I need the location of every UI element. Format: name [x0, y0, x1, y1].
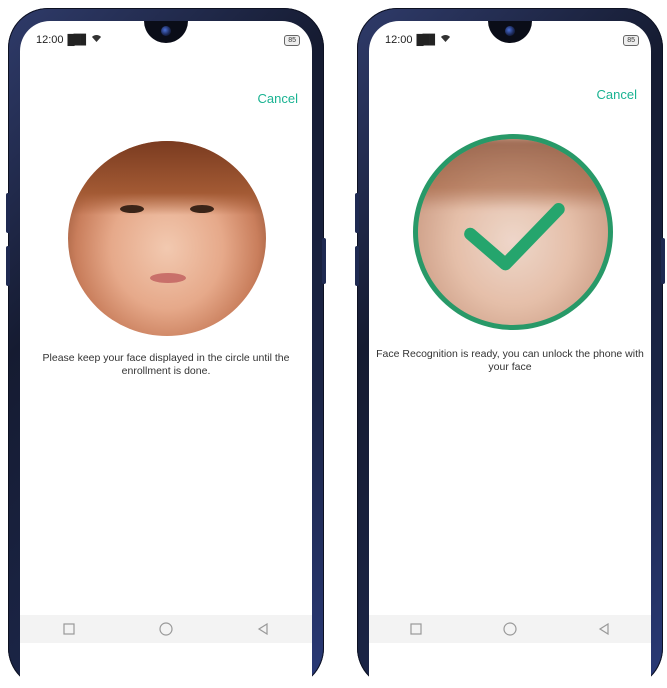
navigation-bar — [20, 615, 312, 643]
volume-button — [355, 246, 359, 286]
signal-icon: █▉▊ — [416, 34, 437, 46]
status-bar: 12:00 █▉▊ 85 — [385, 32, 639, 48]
volume-button — [6, 246, 10, 286]
cancel-button[interactable]: Cancel — [258, 91, 298, 106]
ready-message: Face Recognition is ready, you can unloc… — [376, 348, 644, 373]
circle-icon — [503, 622, 517, 636]
navigation-bar — [369, 615, 651, 643]
wifi-icon — [91, 34, 102, 46]
face-preview-blurred — [413, 134, 613, 330]
triangle-back-icon — [598, 623, 609, 635]
volume-button — [6, 193, 10, 233]
status-time: 12:00 — [36, 34, 64, 46]
hair-shape — [68, 141, 266, 216]
recents-button[interactable] — [401, 619, 431, 639]
cancel-button[interactable]: Cancel — [597, 87, 637, 102]
face-preview — [68, 141, 266, 336]
wifi-icon — [440, 34, 451, 46]
signal-icon: █▉▊ — [67, 34, 88, 46]
square-icon — [410, 623, 422, 635]
circle-icon — [159, 622, 173, 636]
battery-icon: 85 — [284, 34, 300, 46]
enrollment-message: Please keep your face displayed in the c… — [42, 352, 290, 377]
status-time: 12:00 — [385, 34, 413, 46]
screen: 12:00 █▉▊ 85 Cancel Face Recognition is … — [369, 21, 651, 688]
power-button — [322, 238, 326, 284]
recents-button[interactable] — [54, 619, 84, 639]
home-button[interactable] — [495, 619, 525, 639]
home-button[interactable] — [151, 619, 181, 639]
right-eye — [190, 205, 214, 213]
status-bar: 12:00 █▉▊ 85 — [36, 32, 300, 48]
volume-button — [355, 193, 359, 233]
back-button[interactable] — [589, 619, 619, 639]
phone-complete: 12:00 █▉▊ 85 Cancel Face Recognition is … — [355, 8, 665, 688]
screen: 12:00 █▉▊ 85 Cancel Please keep your fac… — [20, 21, 312, 688]
phone-enrollment: 12:00 █▉▊ 85 Cancel Please keep your fac… — [6, 8, 326, 688]
battery-icon: 85 — [623, 34, 639, 46]
square-icon — [63, 623, 75, 635]
mouth — [150, 273, 186, 283]
left-eye — [120, 205, 144, 213]
back-button[interactable] — [248, 619, 278, 639]
check-icon — [464, 203, 565, 271]
power-button — [661, 238, 665, 284]
triangle-back-icon — [258, 623, 268, 635]
